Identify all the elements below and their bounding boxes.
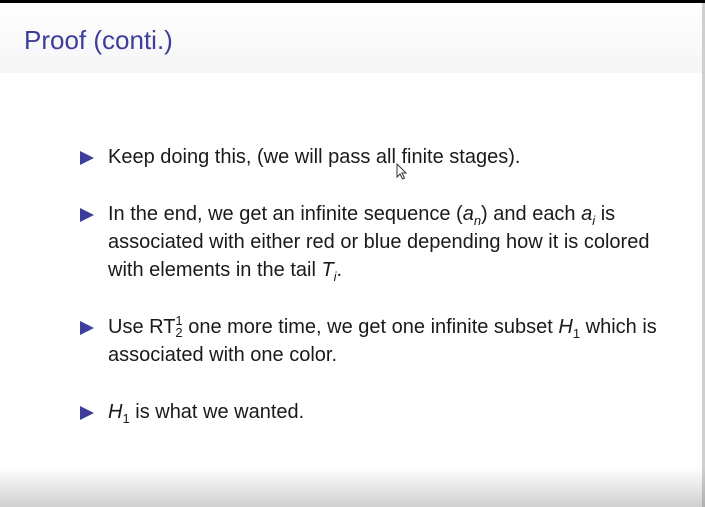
triangle-right-icon — [80, 321, 94, 335]
bullet-item: In the end, we get an infinite sequence … — [80, 200, 680, 284]
bullet-text: Use RT 1 2 one more time, we get one infin… — [108, 312, 657, 366]
slide: Proof (conti.) Keep doing this, (we will… — [0, 0, 705, 507]
slide-title: Proof (conti.) — [24, 25, 173, 55]
bottom-shade — [0, 467, 705, 507]
bullet-item: H1 is what we wanted. — [80, 398, 680, 426]
rt-indices: 12 — [175, 312, 183, 340]
bullet-list: Keep doing this, (we will pass all finit… — [80, 143, 680, 426]
bullet-text: H1 is what we wanted. — [108, 401, 305, 426]
bullet-item: Keep doing this, (we will pass all finit… — [80, 143, 680, 171]
bullet-text: In the end, we get an infinite sequence … — [108, 203, 650, 284]
title-bar: Proof (conti.) — [0, 3, 705, 73]
triangle-right-icon — [80, 208, 94, 222]
triangle-right-icon — [80, 406, 94, 420]
triangle-right-icon — [80, 151, 94, 165]
bullet-text: Keep doing this, (we will pass all finit… — [108, 146, 521, 168]
bullet-item: Use RT 1 2 one more time, we get one infin… — [80, 313, 680, 369]
